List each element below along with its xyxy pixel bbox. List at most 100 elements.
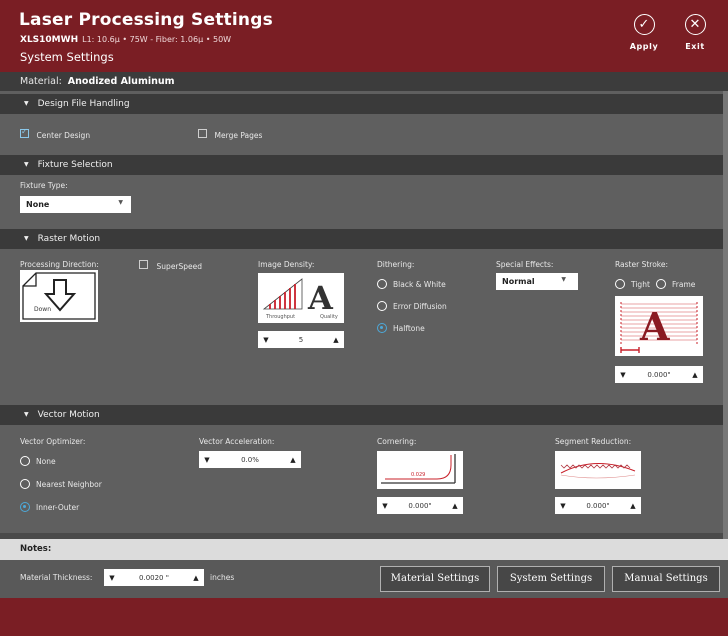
density-right-label: Quality xyxy=(320,314,338,320)
decrement-button[interactable]: ▼ xyxy=(555,502,571,510)
fixture-type-label: Fixture Type: xyxy=(20,181,68,190)
stroke-option-frame[interactable]: Frame xyxy=(656,279,695,289)
section-title: Design File Handling xyxy=(37,99,130,109)
special-effects-select[interactable]: Normal ▼ xyxy=(496,273,578,290)
radio-selected-icon xyxy=(20,502,30,512)
section-fixture[interactable]: ▼ Fixture Selection xyxy=(0,155,728,175)
apply-button[interactable]: ✓ Apply xyxy=(624,14,664,64)
optimizer-option-none[interactable]: None xyxy=(20,456,56,466)
page-subtitle: System Settings xyxy=(20,50,114,64)
increment-button[interactable]: ▲ xyxy=(447,502,463,510)
decrement-button[interactable]: ▼ xyxy=(615,371,631,379)
section-title: Fixture Selection xyxy=(37,160,113,170)
dithering-option-bw[interactable]: Black & White xyxy=(377,279,446,289)
optimizer-option-inner-outer[interactable]: Inner-Outer xyxy=(20,502,79,512)
collapse-icon: ▼ xyxy=(24,411,29,418)
cornering-value: 0.000" xyxy=(408,501,432,510)
radio-icon xyxy=(656,279,666,289)
thickness-value: 0.0020 " xyxy=(139,573,169,582)
checkbox-icon xyxy=(139,260,148,269)
increment-button[interactable]: ▲ xyxy=(188,574,204,582)
density-value: 5 xyxy=(298,335,304,344)
vertical-scrollbar[interactable] xyxy=(723,91,728,539)
center-design-label: Center Design xyxy=(36,131,91,140)
section-raster[interactable]: ▼ Raster Motion xyxy=(0,229,728,249)
chevron-down-icon: ▼ xyxy=(118,199,123,206)
collapse-icon: ▼ xyxy=(24,235,29,242)
increment-button[interactable]: ▲ xyxy=(625,502,641,510)
notes-bar[interactable]: Notes: xyxy=(0,539,728,560)
segment-reduction-stepper[interactable]: ▼ 0.000" ▲ xyxy=(555,497,641,514)
collapse-icon: ▼ xyxy=(24,100,29,107)
vector-acceleration-stepper[interactable]: ▼ 0.0% ▲ xyxy=(199,451,301,468)
special-effects-label: Special Effects: xyxy=(496,260,554,269)
raster-stroke-stepper[interactable]: ▼ 0.000" ▲ xyxy=(615,366,703,383)
material-thickness-label: Material Thickness: xyxy=(20,573,93,582)
superspeed-checkbox[interactable]: SuperSpeed xyxy=(139,260,202,271)
cornering-stepper[interactable]: ▼ 0.000" ▲ xyxy=(377,497,463,514)
dithering-option-halftone[interactable]: Halftone xyxy=(377,323,425,333)
checkbox-checked-icon xyxy=(20,127,29,138)
material-value: Anodized Aluminum xyxy=(67,76,175,87)
dithering-option-error-diffusion[interactable]: Error Diffusion xyxy=(377,301,447,311)
center-design-checkbox[interactable]: Center Design xyxy=(20,127,91,140)
checkbox-icon xyxy=(198,129,207,138)
section-design-file[interactable]: ▼ Design File Handling xyxy=(0,94,728,114)
image-density-graphic: A Throughput Quality xyxy=(258,273,344,323)
raster-stroke-icon: A xyxy=(620,302,698,353)
increment-button[interactable]: ▲ xyxy=(285,456,301,464)
merge-pages-checkbox[interactable]: Merge Pages xyxy=(198,129,262,140)
decrement-button[interactable]: ▼ xyxy=(104,574,120,582)
notes-label: Notes: xyxy=(20,544,52,554)
radio-selected-icon xyxy=(377,323,387,333)
processing-direction-button[interactable]: Down xyxy=(20,270,98,322)
segment-value: 0.000" xyxy=(586,501,610,510)
page-down-icon xyxy=(22,272,96,320)
radio-icon xyxy=(615,279,625,289)
vector-acceleration-label: Vector Acceleration: xyxy=(199,437,275,446)
manual-settings-button[interactable]: Manual Settings xyxy=(612,566,720,592)
radio-icon xyxy=(377,279,387,289)
radio-icon xyxy=(377,301,387,311)
section-title: Vector Motion xyxy=(37,410,100,420)
image-density-stepper[interactable]: ▼ 5 ▲ xyxy=(258,331,344,348)
exit-button[interactable]: ✕ Exit xyxy=(675,14,715,64)
material-thickness-stepper[interactable]: ▼ 0.0020 " ▲ xyxy=(104,569,204,586)
decrement-button[interactable]: ▼ xyxy=(199,456,215,464)
radio-icon xyxy=(20,456,30,466)
apply-label: Apply xyxy=(629,42,659,51)
density-chart-icon: A xyxy=(262,278,334,317)
merge-pages-label: Merge Pages xyxy=(214,131,263,140)
density-left-label: Throughput xyxy=(266,314,296,320)
material-bar: Material: Anodized Aluminum xyxy=(0,72,728,91)
image-density-label: Image Density: xyxy=(258,260,315,269)
optimizer-option-nearest[interactable]: Nearest Neighbor xyxy=(20,479,102,489)
machine-details: L1: 10.6µ • 75W - Fiber: 1.06µ • 50W xyxy=(82,35,232,44)
fixture-type-select[interactable]: None ▼ xyxy=(20,196,131,213)
material-label: Material: xyxy=(20,76,62,87)
increment-button[interactable]: ▲ xyxy=(328,336,344,344)
superspeed-label: SuperSpeed xyxy=(156,262,203,271)
cornering-graphic: 0.029 xyxy=(377,451,463,489)
svg-text:A: A xyxy=(307,279,334,313)
decrement-button[interactable]: ▼ xyxy=(377,502,393,510)
raster-stroke-graphic: A xyxy=(615,296,703,356)
section-vector[interactable]: ▼ Vector Motion xyxy=(0,405,728,425)
system-settings-button[interactable]: System Settings xyxy=(497,566,605,592)
raster-stroke-label: Raster Stroke: xyxy=(615,260,668,269)
chevron-down-icon: ▼ xyxy=(561,276,566,283)
increment-button[interactable]: ▲ xyxy=(687,371,703,379)
thickness-unit: inches xyxy=(210,573,235,582)
cornering-label: Cornering: xyxy=(377,437,417,446)
exit-label: Exit xyxy=(685,42,705,51)
decrement-button[interactable]: ▼ xyxy=(258,336,274,344)
check-circle-icon: ✓ xyxy=(633,14,655,35)
bottom-bar xyxy=(0,598,728,636)
segment-reduction-label: Segment Reduction: xyxy=(555,437,632,446)
processing-direction-label: Processing Direction: xyxy=(20,260,99,269)
section-title: Raster Motion xyxy=(37,234,101,244)
material-settings-button[interactable]: Material Settings xyxy=(380,566,490,592)
accel-value: 0.0% xyxy=(241,455,259,464)
stroke-option-tight[interactable]: Tight xyxy=(615,279,650,289)
stroke-value: 0.000" xyxy=(647,370,671,379)
